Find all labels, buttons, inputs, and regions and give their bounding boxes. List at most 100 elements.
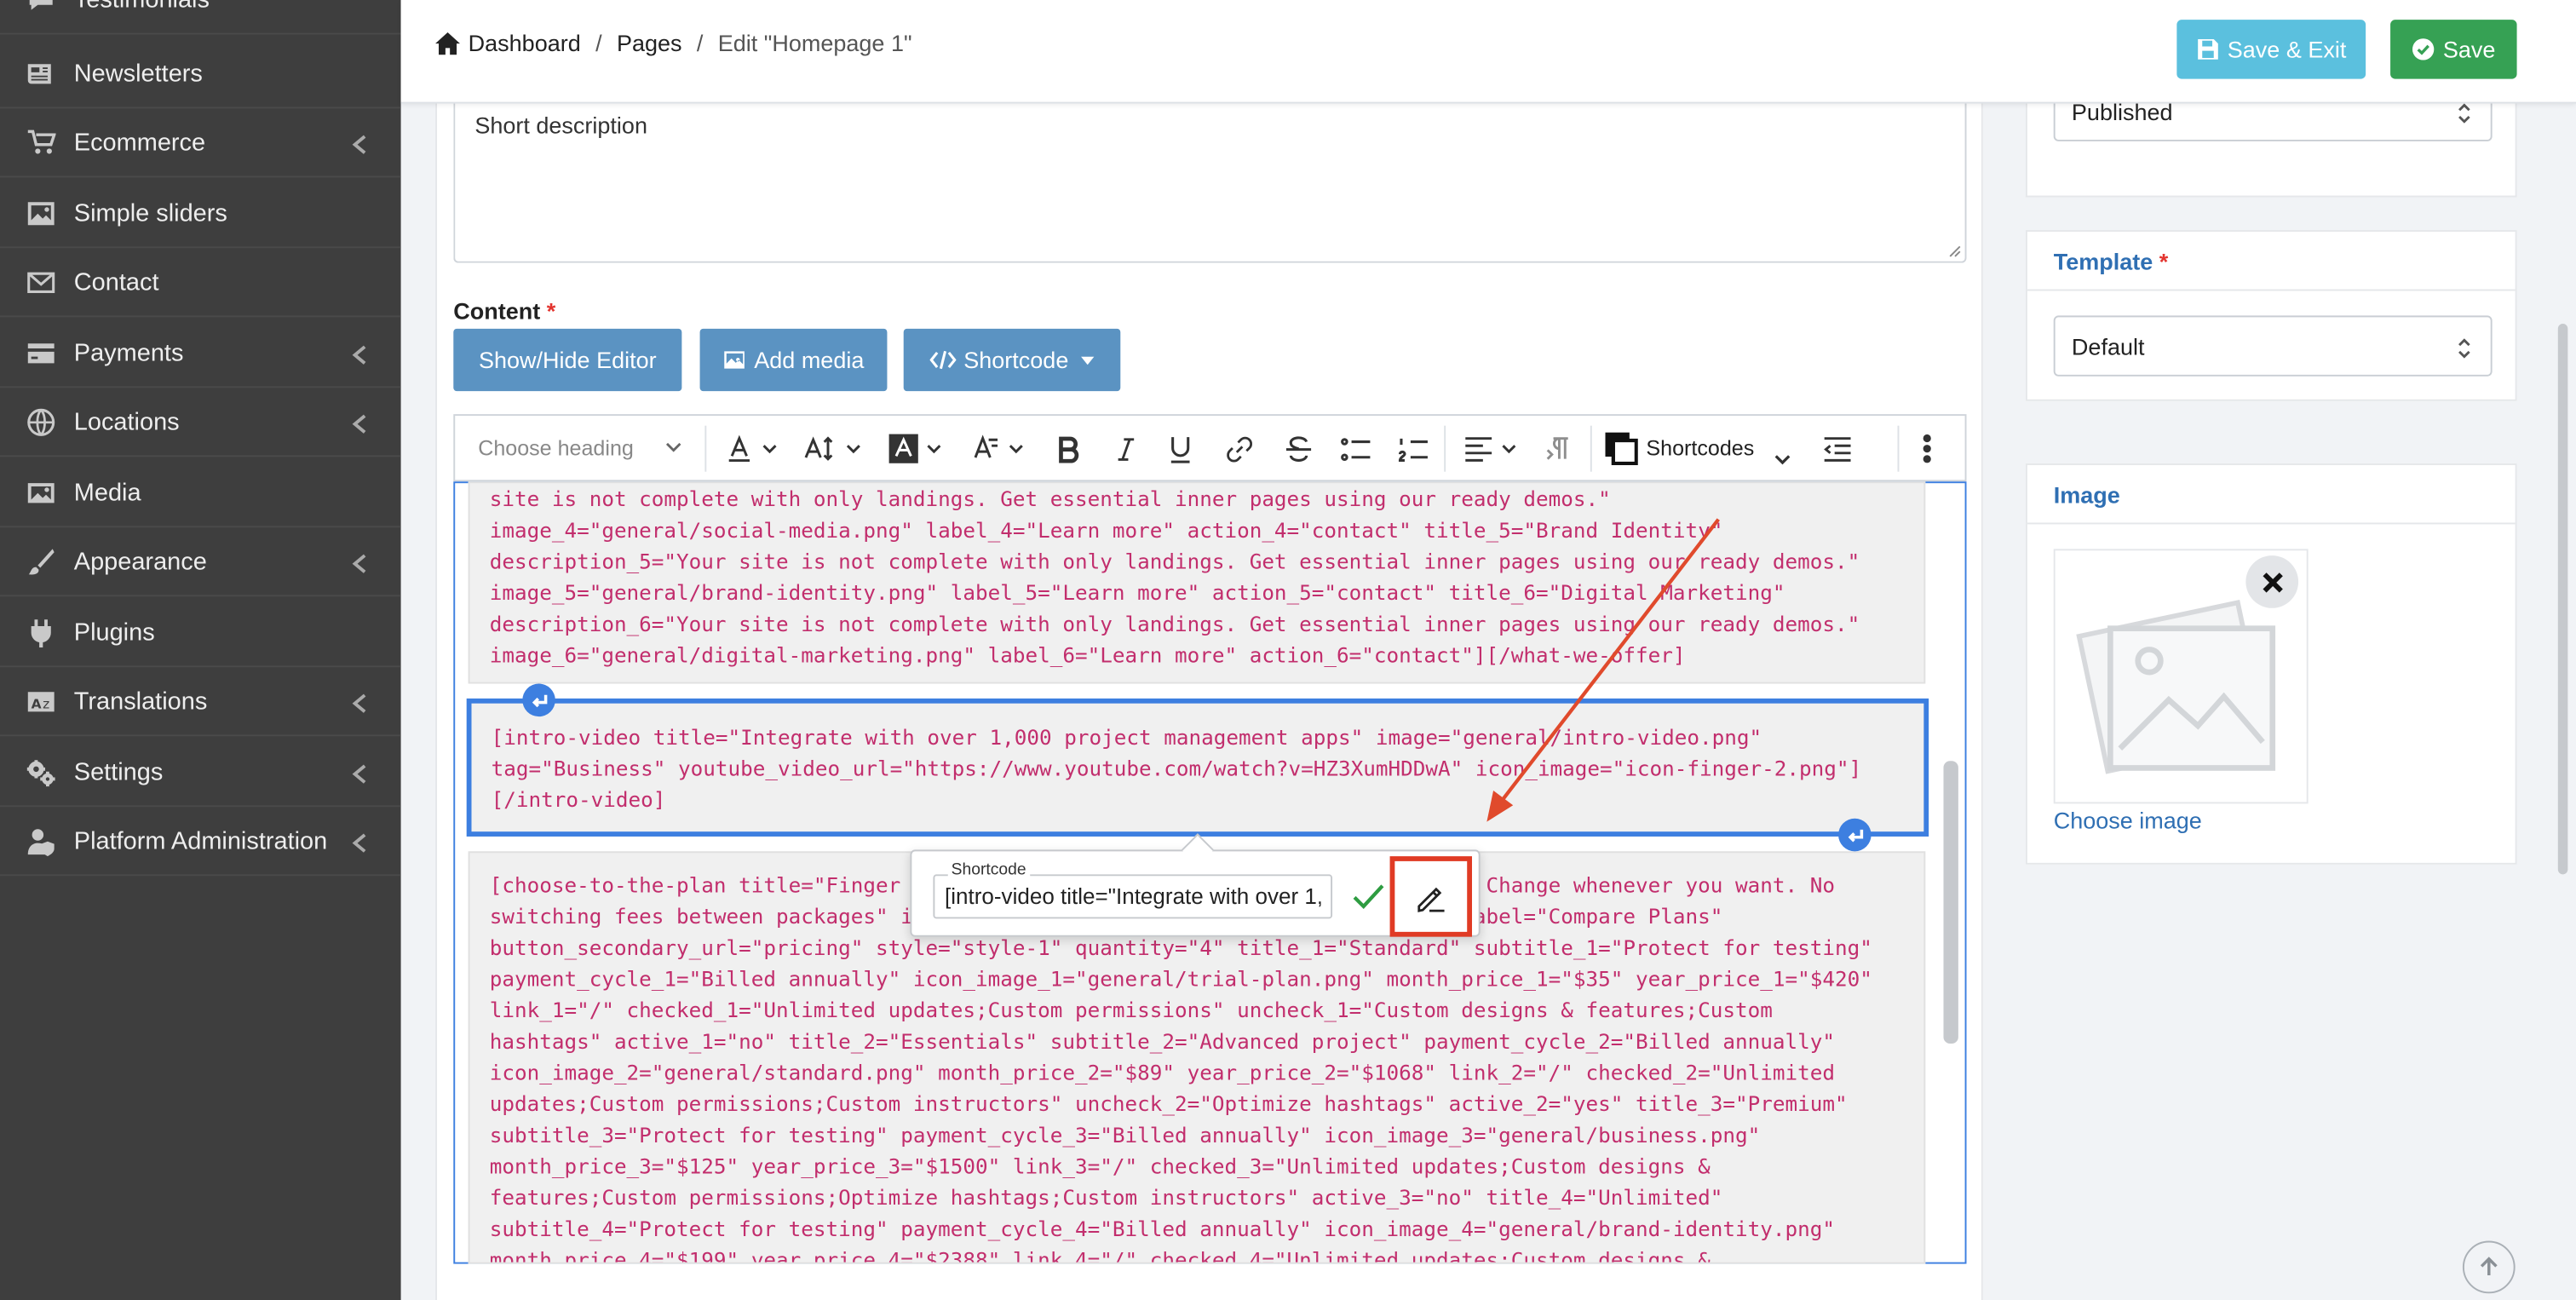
text-direction-button[interactable] (1544, 432, 1578, 465)
save-button[interactable]: Save (2390, 20, 2517, 79)
newspaper-icon (26, 58, 56, 88)
image-icon (26, 198, 56, 227)
outdent-button[interactable] (1822, 432, 1854, 465)
font-color-button[interactable] (724, 432, 777, 465)
numbered-list-icon (1398, 437, 1428, 461)
chevron-left-icon (352, 342, 368, 364)
template-select[interactable]: Default (2053, 315, 2493, 377)
sidebar-item-newsletters[interactable]: Newsletters (0, 39, 401, 109)
strikethrough-button[interactable] (1285, 432, 1313, 465)
status-card: Published (2025, 82, 2517, 198)
back-to-top-button[interactable] (2462, 1240, 2516, 1294)
page-scrollbar[interactable] (2557, 324, 2568, 875)
sidebar-item-label: Platform Administration (73, 826, 328, 855)
font-size-button[interactable] (803, 432, 860, 465)
add-media-button[interactable]: Add media (699, 328, 888, 392)
shortcodes-menu-label[interactable]: Shortcodes (1646, 435, 1754, 460)
sidebar-item-settings[interactable]: Settings (0, 738, 401, 808)
sidebar-item-media[interactable]: Media (0, 458, 401, 528)
strikethrough-icon (1285, 435, 1312, 461)
gears-icon (26, 756, 56, 786)
sidebar-item-appearance[interactable]: Appearance (0, 527, 401, 597)
sidebar-item-testimonials[interactable]: Testimonials (0, 0, 401, 35)
template-card: Template * Default (2025, 230, 2517, 401)
sidebar-item-label: Translations (73, 687, 208, 716)
sidebar-item-label: Newsletters (73, 59, 203, 88)
sidebar-item-payments[interactable]: Payments (0, 319, 401, 388)
toolbar-separator (1897, 425, 1900, 472)
template-value: Default (2071, 332, 2145, 360)
outdent-icon (1824, 437, 1851, 462)
chevron-left-icon (352, 132, 368, 153)
remove-image-button[interactable] (2245, 555, 2299, 608)
heading-select[interactable]: Choose heading (478, 435, 634, 460)
insert-paragraph-before-button[interactable] (522, 683, 555, 717)
shortcodes-dropdown-toggle[interactable] (1774, 442, 1791, 475)
breadcrumb-dashboard-link[interactable]: Dashboard (469, 30, 581, 56)
text-alignment-button[interactable] (1463, 432, 1516, 465)
short-description-field[interactable]: Short description (453, 103, 1967, 263)
italic-button[interactable] (1114, 432, 1137, 465)
breadcrumb-pages-link[interactable]: Pages (617, 30, 682, 56)
shortcode-dropdown-button[interactable]: Shortcode (903, 328, 1121, 392)
code-line: subtitle_3="Protect for testing" payment… (489, 1122, 1761, 1148)
breadcrumb-separator: / (595, 29, 602, 56)
image-icon (723, 348, 746, 371)
font-background-color-button[interactable] (888, 432, 941, 465)
sidebar-item-contact[interactable]: Contact (0, 248, 401, 318)
shortcode-block-what-we-offer[interactable]: site is not complete with only landings.… (468, 481, 1926, 684)
editor-scrollbar[interactable] (1943, 761, 1958, 1044)
choose-image-link[interactable]: Choose image (2054, 807, 2202, 833)
sidebar-item-translations[interactable]: Az Translations (0, 667, 401, 737)
globe-icon (26, 406, 56, 436)
code-line: features;Custom permissions;Optimize has… (489, 1184, 1723, 1210)
show-hide-editor-button[interactable]: Show/Hide Editor (453, 328, 682, 392)
arrow-up-icon (2480, 1257, 2498, 1276)
confirm-button[interactable] (1352, 883, 1385, 911)
font-background-color-icon (888, 434, 918, 463)
insert-paragraph-after-button[interactable] (1838, 818, 1872, 852)
font-color-icon (728, 434, 750, 463)
return-arrow-icon (1847, 828, 1863, 842)
font-size-icon (804, 436, 833, 461)
images-icon (26, 477, 56, 507)
chevron-down-icon[interactable] (665, 440, 681, 453)
sidebar-item-plugins[interactable]: Plugins (0, 598, 401, 668)
resize-grip-icon[interactable] (1948, 244, 1961, 257)
shortcode-input[interactable] (933, 874, 1333, 919)
chevron-left-icon (352, 411, 368, 433)
edit-shortcode-button[interactable] (1389, 856, 1472, 937)
sidebar-item-simple-sliders[interactable]: Simple sliders (0, 179, 401, 249)
svg-text:z: z (43, 696, 49, 711)
sidebar-item-label: Plugins (73, 618, 155, 647)
sidebar-item-platform-administration[interactable]: Platform Administration (0, 807, 401, 877)
bold-button[interactable] (1056, 432, 1081, 465)
font-family-button[interactable] (971, 432, 1024, 465)
shortcode-block-intro-video[interactable]: [intro-video title="Integrate with over … (466, 698, 1929, 837)
chevron-down-icon (1774, 454, 1791, 464)
sidebar-item-label: Testimonials (74, 0, 210, 13)
chevron-left-icon (352, 551, 368, 572)
code-line: icon_image_2="general/standard.png" mont… (489, 1060, 1835, 1085)
italic-icon (1118, 437, 1135, 460)
sidebar-item-locations[interactable]: Locations (0, 388, 401, 457)
more-tools-button[interactable] (1922, 432, 1932, 465)
code-line: site is not complete with only landings.… (489, 486, 1611, 511)
check-circle-icon (2412, 37, 2435, 60)
card-divider (2027, 522, 2516, 525)
link-button[interactable] (1226, 432, 1254, 465)
underline-button[interactable] (1168, 432, 1193, 465)
save-label: Save (2442, 36, 2496, 63)
breadcrumb-separator: / (696, 29, 704, 56)
save-and-exit-button[interactable]: Save & Exit (2176, 20, 2366, 79)
chevron-down-icon (927, 445, 941, 454)
underline-icon (1170, 436, 1190, 463)
numbered-list-button[interactable] (1398, 432, 1429, 465)
vertical-dots-icon (1923, 434, 1931, 463)
chat-icon (26, 0, 56, 14)
card-divider (2027, 289, 2516, 291)
shortcodes-menu-icon-button[interactable] (1605, 432, 1638, 465)
sidebar-item-ecommerce[interactable]: Ecommerce (0, 108, 401, 178)
code-line: image_6="general/digital-marketing.png" … (489, 642, 1686, 668)
bulleted-list-button[interactable] (1341, 432, 1372, 465)
